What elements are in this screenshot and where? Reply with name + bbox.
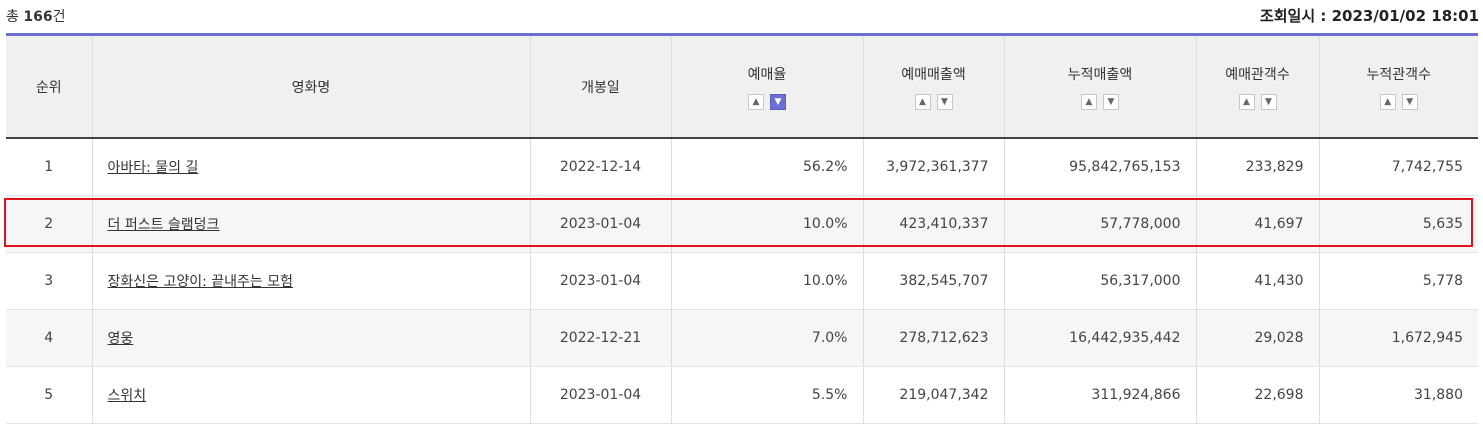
cell-title: 아바타: 물의 길 <box>92 138 531 196</box>
cell-rank: 5 <box>6 366 93 424</box>
cell-reserve-audience: 29,028 <box>1196 309 1320 367</box>
cell-reserve-rate: 7.0% <box>671 309 864 367</box>
cell-release-date: 2022-12-14 <box>530 138 672 196</box>
movie-title-link[interactable]: 스위치 <box>108 388 147 404</box>
cell-reserve-sales: 382,545,707 <box>863 252 1005 310</box>
cell-total-sales: 16,442,935,442 <box>1004 309 1197 367</box>
movie-title-link[interactable]: 아바타: 물의 길 <box>108 160 199 176</box>
cell-reserve-sales: 219,047,342 <box>863 366 1005 424</box>
sort-asc-reserve-audience-button[interactable]: ▲ <box>1238 93 1255 110</box>
cell-title: 장화신은 고양이: 끝내주는 모험 <box>92 252 531 310</box>
header-release-date: 개봉일 <box>530 33 672 139</box>
cell-reserve-audience: 41,697 <box>1196 195 1320 253</box>
cell-reserve-sales: 278,712,623 <box>863 309 1005 367</box>
cell-title: 스위치 <box>92 366 531 424</box>
cell-reserve-audience: 233,829 <box>1196 138 1320 196</box>
cell-rank: 3 <box>6 252 93 310</box>
sort-desc-reserve-rate-button[interactable]: ▼ <box>770 93 786 110</box>
movie-title-link[interactable]: 장화신은 고양이: 끝내주는 모험 <box>108 274 294 290</box>
cell-reserve-audience: 41,430 <box>1196 252 1320 310</box>
header-rank: 순위 <box>6 33 93 139</box>
header-reserve-audience: 예매관객수 ▲ ▼ <box>1196 33 1320 139</box>
movie-title-link[interactable]: 더 퍼스트 슬램덩크 <box>108 217 220 233</box>
cell-reserve-rate: 56.2% <box>671 138 864 196</box>
header-reserve-sales: 예매매출액 ▲ ▼ <box>863 33 1005 139</box>
cell-reserve-rate: 10.0% <box>671 195 864 253</box>
table-row: 5 스위치 2023-01-04 5.5% 219,047,342 311,92… <box>6 366 1478 424</box>
cell-release-date: 2023-01-04 <box>530 195 672 253</box>
cell-total-audience: 31,880 <box>1319 366 1478 424</box>
cell-total-audience: 5,635 <box>1319 195 1478 253</box>
sort-asc-total-audience-button[interactable]: ▲ <box>1379 93 1396 110</box>
result-summary-bar: 총 166건 조회일시 : 2023/01/02 18:01 <box>0 0 1483 32</box>
sort-desc-reserve-audience-button[interactable]: ▼ <box>1260 93 1277 110</box>
cell-reserve-sales: 423,410,337 <box>863 195 1005 253</box>
movie-title-link[interactable]: 영웅 <box>108 331 134 347</box>
table-row: 3 장화신은 고양이: 끝내주는 모험 2023-01-04 10.0% 382… <box>6 252 1478 310</box>
header-title: 영화명 <box>92 33 531 139</box>
sort-asc-total-sales-button[interactable]: ▲ <box>1081 93 1097 110</box>
cell-total-audience: 1,672,945 <box>1319 309 1478 367</box>
box-office-table-wrapper: 순위 영화명 개봉일 예매율 ▲ ▼ 예매매출액 ▲ ▼ 누적매출액 ▲ ▼ 예매관객… <box>6 33 1478 424</box>
header-total-sales: 누적매출액 ▲ ▼ <box>1004 33 1197 139</box>
query-timestamp: 조회일시 : 2023/01/02 18:01 <box>1259 7 1479 25</box>
cell-title: 영웅 <box>92 309 531 367</box>
header-total-audience: 누적관객수 ▲ ▼ <box>1319 33 1478 139</box>
cell-reserve-audience: 22,698 <box>1196 366 1320 424</box>
table-row: 1 아바타: 물의 길 2022-12-14 56.2% 3,972,361,3… <box>6 138 1478 196</box>
cell-release-date: 2023-01-04 <box>530 366 672 424</box>
cell-rank: 4 <box>6 309 93 367</box>
sort-desc-total-audience-button[interactable]: ▼ <box>1401 93 1418 110</box>
sort-asc-reserve-sales-button[interactable]: ▲ <box>914 93 931 110</box>
total-count-value: 166 <box>23 9 53 25</box>
sort-asc-reserve-rate-button[interactable]: ▲ <box>748 93 764 110</box>
cell-total-audience: 5,778 <box>1319 252 1478 310</box>
table-row: 4 영웅 2022-12-21 7.0% 278,712,623 16,442,… <box>6 309 1478 367</box>
cell-release-date: 2022-12-21 <box>530 309 672 367</box>
cell-total-audience: 7,742,755 <box>1319 138 1478 196</box>
cell-total-sales: 311,924,866 <box>1004 366 1197 424</box>
cell-title: 더 퍼스트 슬램덩크 <box>92 195 531 253</box>
cell-reserve-sales: 3,972,361,377 <box>863 138 1005 196</box>
cell-reserve-rate: 5.5% <box>671 366 864 424</box>
query-timestamp-value: 2023/01/02 18:01 <box>1331 7 1479 25</box>
cell-total-sales: 56,317,000 <box>1004 252 1197 310</box>
header-reserve-rate: 예매율 ▲ ▼ <box>671 33 864 139</box>
cell-reserve-rate: 10.0% <box>671 252 864 310</box>
box-office-table: 순위 영화명 개봉일 예매율 ▲ ▼ 예매매출액 ▲ ▼ 누적매출액 ▲ ▼ 예매관객… <box>6 33 1478 424</box>
cell-rank: 1 <box>6 138 93 196</box>
cell-total-sales: 95,842,765,153 <box>1004 138 1197 196</box>
total-count: 총 166건 <box>6 9 66 25</box>
cell-total-sales: 57,778,000 <box>1004 195 1197 253</box>
sort-desc-total-sales-button[interactable]: ▼ <box>1103 93 1119 110</box>
cell-release-date: 2023-01-04 <box>530 252 672 310</box>
table-header-row: 순위 영화명 개봉일 예매율 ▲ ▼ 예매매출액 ▲ ▼ 누적매출액 ▲ ▼ 예매관객… <box>6 33 1478 139</box>
sort-desc-reserve-sales-button[interactable]: ▼ <box>936 93 953 110</box>
cell-rank: 2 <box>6 195 93 253</box>
table-row: 2 더 퍼스트 슬램덩크 2023-01-04 10.0% 423,410,33… <box>6 195 1478 253</box>
